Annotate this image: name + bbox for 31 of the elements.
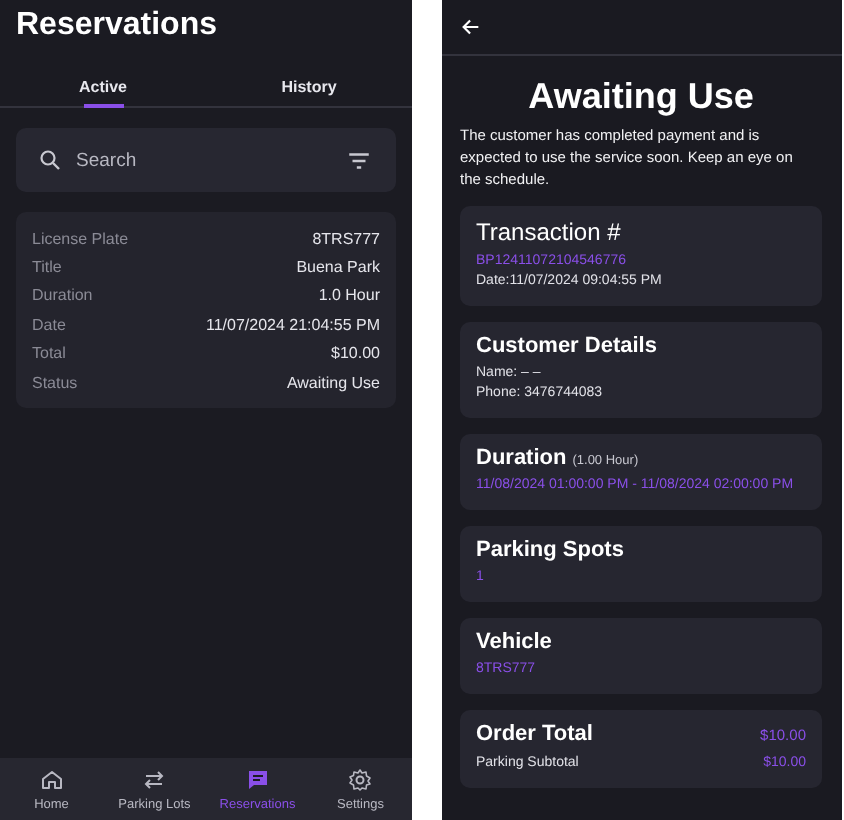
back-arrow-icon[interactable] — [460, 16, 482, 38]
field-label: Title — [32, 258, 62, 277]
card-title: Duration — [476, 446, 567, 470]
search-icon — [38, 148, 62, 172]
screen-title: Reservations — [14, 6, 219, 46]
search-field[interactable]: Search — [16, 128, 396, 192]
card-title: Vehicle — [476, 630, 552, 654]
home-icon[interactable] — [39, 767, 64, 791]
swap-arrows-icon[interactable] — [142, 767, 167, 791]
tab[interactable]: Active — [0, 66, 206, 106]
filter-icon[interactable] — [346, 147, 372, 173]
field-value: 1.0 Hour — [318, 286, 380, 305]
tab[interactable]: History — [206, 66, 412, 106]
reservation-card[interactable]: License Plate 8TRS777 Title Buena Park Duration 1.0 Hour Date 11/07/2024 21:04:55 PM Total $10.00 Status Awaiting Use — [16, 212, 396, 409]
card-title: Transaction # — [476, 218, 621, 246]
field-label: Total — [32, 344, 66, 363]
field-value: $10.00 — [331, 344, 380, 363]
card-title: Customer Details — [476, 334, 657, 358]
settings-icon[interactable] — [348, 767, 373, 791]
field-label: Duration — [32, 286, 93, 305]
field-label: Date — [32, 315, 66, 334]
field-label: License Plate — [32, 229, 129, 248]
field-value: Awaiting Use — [286, 373, 380, 392]
field-value: 11/07/2024 21:04:55 PM — [205, 315, 380, 334]
status-heading: Awaiting Use — [526, 76, 756, 118]
card-title: Order Total — [476, 722, 593, 746]
message-icon[interactable] — [245, 767, 270, 791]
field-value: 8TRS777 — [312, 229, 380, 248]
card-title: Parking Spots — [476, 538, 624, 562]
field-label: Status — [32, 373, 78, 392]
field-value: Buena Park — [296, 258, 380, 277]
